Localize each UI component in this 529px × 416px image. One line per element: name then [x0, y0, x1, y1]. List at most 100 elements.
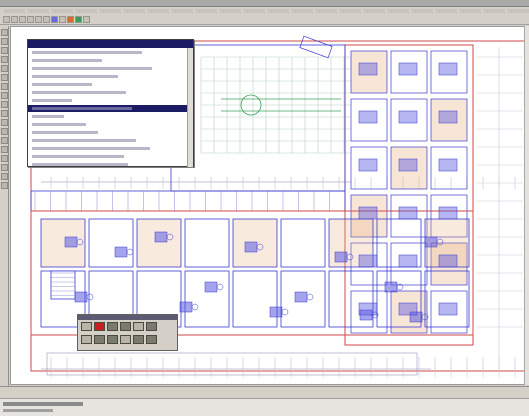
dropdown-option-label: [32, 91, 126, 94]
dropdown-option[interactable]: [32, 49, 189, 56]
osnap-icon[interactable]: [133, 335, 144, 344]
menu-item[interactable]: [220, 9, 241, 13]
circle-icon[interactable]: [1, 65, 8, 72]
snap-icon[interactable]: [83, 16, 90, 23]
menu-item[interactable]: [172, 9, 193, 13]
menu-item[interactable]: [76, 9, 97, 13]
furniture: [398, 254, 418, 268]
offset-icon[interactable]: [1, 173, 8, 180]
dropdown-scrollbar[interactable]: [187, 48, 193, 167]
select-icon[interactable]: [1, 29, 8, 36]
menu-item[interactable]: [484, 9, 505, 13]
dimension-icon[interactable]: [1, 92, 8, 99]
open-icon[interactable]: [3, 16, 10, 23]
furniture: [334, 251, 348, 263]
dropdown-option[interactable]: [32, 113, 189, 120]
line-icon[interactable]: [75, 16, 82, 23]
zoom-icon[interactable]: [43, 16, 50, 23]
pan-icon[interactable]: [51, 16, 58, 23]
polar-icon[interactable]: [120, 335, 131, 344]
furniture: [64, 236, 78, 248]
dropdown-option[interactable]: [32, 81, 189, 88]
text-icon[interactable]: [1, 83, 8, 90]
lineweight-icon[interactable]: [146, 322, 157, 331]
linetype-icon[interactable]: [133, 322, 144, 331]
color-icon[interactable]: [67, 16, 74, 23]
redo-icon[interactable]: [35, 16, 42, 23]
vertical-scrollbar[interactable]: [524, 26, 529, 385]
menu-item[interactable]: [460, 9, 481, 13]
dropdown-current-value[interactable]: [28, 40, 193, 48]
menu-item[interactable]: [196, 9, 217, 13]
dropdown-option[interactable]: [32, 57, 189, 64]
dropdown-option[interactable]: [32, 145, 189, 152]
menu-item[interactable]: [436, 9, 457, 13]
menu-item[interactable]: [388, 9, 409, 13]
dropdown-option-label: [32, 67, 152, 70]
title-bar: [0, 0, 529, 7]
dropdown-option[interactable]: [32, 89, 189, 96]
grid-icon[interactable]: [94, 335, 105, 344]
rotate-icon[interactable]: [1, 137, 8, 144]
snap-icon[interactable]: [81, 335, 92, 344]
furniture: [204, 281, 218, 293]
menu-item[interactable]: [124, 9, 145, 13]
print-icon[interactable]: [19, 16, 26, 23]
layer-lock-icon[interactable]: [107, 322, 118, 331]
ortho-icon[interactable]: [107, 335, 118, 344]
command-line[interactable]: [0, 398, 529, 416]
dropdown-option[interactable]: [32, 153, 189, 160]
menu-item[interactable]: [268, 9, 289, 13]
dropdown-option[interactable]: [28, 105, 193, 112]
dropdown-option[interactable]: [32, 73, 189, 80]
dropdown-option-label: [32, 115, 64, 118]
menu-item[interactable]: [100, 9, 121, 13]
menu-item[interactable]: [292, 9, 313, 13]
menu-item[interactable]: [508, 9, 529, 13]
chair: [86, 293, 94, 301]
dropdown-option-label: [32, 51, 142, 54]
extend-icon[interactable]: [1, 164, 8, 171]
line-icon[interactable]: [1, 38, 8, 45]
menu-item[interactable]: [148, 9, 169, 13]
model-icon[interactable]: [146, 335, 157, 344]
dropdown-option-label: [32, 123, 86, 126]
menu-item[interactable]: [316, 9, 337, 13]
erase-icon[interactable]: [1, 182, 8, 189]
mirror-icon[interactable]: [1, 146, 8, 153]
menu-item[interactable]: [52, 9, 73, 13]
dropdown-option[interactable]: [32, 161, 189, 168]
menu-item[interactable]: [4, 9, 25, 13]
dropdown-option[interactable]: [32, 129, 189, 136]
menu-item[interactable]: [340, 9, 361, 13]
copy-icon[interactable]: [1, 128, 8, 135]
block-icon[interactable]: [1, 110, 8, 117]
room: [184, 270, 230, 328]
layer-dropdown-list[interactable]: [27, 39, 194, 167]
menu-item[interactable]: [28, 9, 49, 13]
menu-item[interactable]: [244, 9, 265, 13]
hatch-icon[interactable]: [1, 101, 8, 108]
command-prompt[interactable]: [3, 409, 53, 412]
undo-icon[interactable]: [27, 16, 34, 23]
polyline-icon[interactable]: [1, 47, 8, 54]
move-icon[interactable]: [1, 119, 8, 126]
layer-color-icon[interactable]: [94, 322, 105, 331]
dropdown-option[interactable]: [32, 65, 189, 72]
dropdown-option[interactable]: [32, 97, 189, 104]
layer-on-icon[interactable]: [81, 322, 92, 331]
save-icon[interactable]: [11, 16, 18, 23]
menu-item[interactable]: [412, 9, 433, 13]
trim-icon[interactable]: [1, 155, 8, 162]
draw-toolstrip: [0, 26, 9, 386]
layer-icon[interactable]: [59, 16, 66, 23]
furniture: [398, 62, 418, 76]
dropdown-option[interactable]: [32, 137, 189, 144]
layer-freeze-icon[interactable]: [120, 322, 131, 331]
dropdown-option[interactable]: [32, 121, 189, 128]
furniture: [358, 254, 378, 268]
rectangle-icon[interactable]: [1, 56, 8, 63]
menu-bar[interactable]: [0, 7, 529, 15]
arc-icon[interactable]: [1, 74, 8, 81]
menu-item[interactable]: [364, 9, 385, 13]
